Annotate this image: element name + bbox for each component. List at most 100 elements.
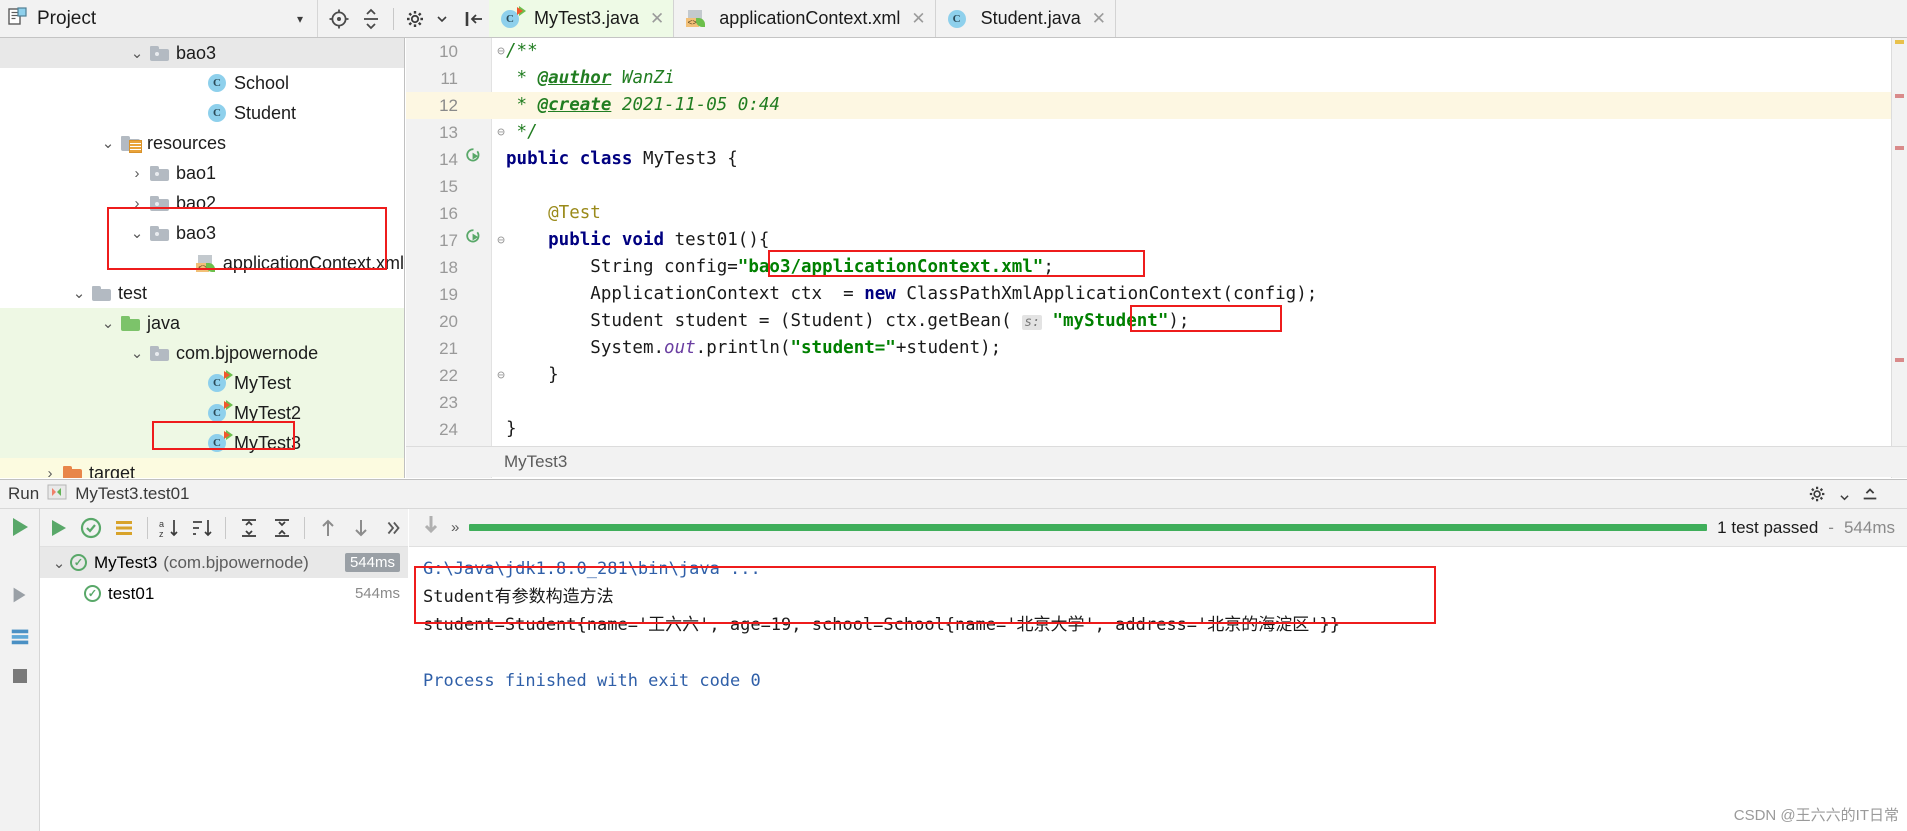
tree-node-resources[interactable]: ⌄ resources: [0, 128, 404, 158]
code-line[interactable]: 23: [406, 389, 1907, 416]
chevron-down-icon[interactable]: ⌄: [97, 314, 119, 332]
code-line[interactable]: 10 ⊖/**: [406, 38, 1907, 65]
tab-student-java[interactable]: C Student.java ✕: [936, 0, 1116, 37]
chevron-down-icon[interactable]: ⌄: [126, 344, 148, 362]
tree-node-java[interactable]: ⌄ java: [0, 308, 404, 338]
tab-mytest3-java[interactable]: C MyTest3.java ✕: [489, 0, 675, 37]
chevron-right-icon[interactable]: ›: [126, 195, 148, 212]
tree-node-school[interactable]: C School: [0, 68, 404, 98]
code-token: }: [506, 365, 559, 385]
chevron-down-icon[interactable]: ▾: [297, 12, 303, 26]
code-line[interactable]: 20 Student student = (Student) ctx.getBe…: [406, 308, 1907, 335]
code-line[interactable]: 14 public class MyTest3 {: [406, 146, 1907, 173]
code-line[interactable]: 17 ⊖ public void test01(){: [406, 227, 1907, 254]
test-status-separator: -: [1828, 517, 1834, 537]
tree-node-student[interactable]: C Student: [0, 98, 404, 128]
rerun-button[interactable]: [44, 513, 74, 543]
tree-node-label: Student: [234, 102, 297, 123]
code-line[interactable]: 13 ⊖ */: [406, 119, 1907, 146]
project-view-selector[interactable]: Project ▾: [0, 0, 318, 37]
test-tree-row-class[interactable]: ⌄ ✓ MyTest3 (com.bjpowernode) 544ms: [40, 547, 408, 578]
sort-alphabetically-icon[interactable]: az: [155, 513, 185, 543]
chevron-down-icon[interactable]: ⌄: [126, 224, 148, 242]
sort-by-duration-icon[interactable]: [188, 513, 218, 543]
close-icon[interactable]: ✕: [1092, 9, 1106, 29]
tree-node-test[interactable]: ⌄ test: [0, 278, 404, 308]
console-output-panel[interactable]: » 1 test passed - 544ms G:\Java\jdk1.8.0…: [409, 509, 1907, 831]
code-line[interactable]: 21 System.out.println("student="+student…: [406, 335, 1907, 362]
more-actions-icon[interactable]: [378, 513, 408, 543]
chevron-right-icon[interactable]: ›: [126, 165, 148, 182]
chevron-down-small-icon[interactable]: [1840, 487, 1849, 507]
hide-window-icon[interactable]: [1861, 485, 1879, 508]
tree-node-target[interactable]: › target: [0, 458, 404, 478]
stripe-mark[interactable]: [1895, 94, 1904, 98]
stripe-warning-mark[interactable]: [1895, 40, 1904, 44]
chevron-down-icon[interactable]: ⌄: [126, 44, 148, 62]
folder-icon: [149, 45, 169, 61]
run-gutter-icon[interactable]: [464, 146, 482, 173]
code-editor[interactable]: 10 ⊖/** 11 * @author WanZi 12 * @create 202…: [406, 38, 1907, 478]
project-tool-window[interactable]: ⌄ bao3 C School C Student ⌄ resources › bao1 › bao2…: [0, 38, 405, 478]
code-line[interactable]: 12 * @create 2021-11-05 0:44: [406, 92, 1907, 119]
line-number: 11: [440, 69, 458, 88]
code-token: new: [864, 284, 907, 304]
stripe-mark[interactable]: [1895, 358, 1904, 362]
expand-all-icon[interactable]: [234, 513, 264, 543]
test-results-tree[interactable]: ⌄ ✓ MyTest3 (com.bjpowernode) 544ms ✓ te…: [40, 547, 408, 831]
tree-node-bao2[interactable]: › bao2: [0, 188, 404, 218]
next-failed-test-icon[interactable]: [346, 513, 376, 543]
collapse-all-icon[interactable]: [356, 4, 386, 34]
chevron-down-icon[interactable]: ⌄: [68, 284, 90, 302]
chevron-down-icon[interactable]: ⌄: [97, 134, 119, 152]
more-icon[interactable]: »: [451, 519, 459, 536]
test-tree-row-method[interactable]: ✓ test01 544ms: [40, 578, 408, 609]
code-token: String config=: [506, 257, 738, 277]
settings-gear-icon[interactable]: [1808, 484, 1828, 509]
code-token: ClassPathXmlApplicationContext(config);: [906, 284, 1318, 304]
toggle-auto-test-icon[interactable]: [109, 513, 139, 543]
stop-icon[interactable]: [10, 666, 30, 691]
prev-failed-test-icon[interactable]: [313, 513, 343, 543]
close-icon[interactable]: ✕: [911, 9, 925, 29]
run-gutter-icon[interactable]: [464, 227, 482, 254]
run-config-icon: [47, 484, 67, 505]
tree-node-bao1[interactable]: › bao1: [0, 158, 404, 188]
chevron-down-icon[interactable]: ⌄: [48, 554, 70, 572]
collapse-all-icon[interactable]: [267, 513, 297, 543]
editor-error-stripe[interactable]: [1891, 38, 1907, 478]
chevron-right-icon[interactable]: ›: [39, 465, 61, 479]
code-token: System.: [506, 338, 665, 358]
code-line[interactable]: 18 String config="bao3/applicationContex…: [406, 254, 1907, 281]
tree-node-bao3[interactable]: ⌄ bao3: [0, 218, 404, 248]
run-icon[interactable]: [8, 515, 32, 544]
rerun-icon[interactable]: [9, 584, 31, 611]
editor-breadcrumb[interactable]: MyTest3: [406, 446, 1907, 477]
code-line[interactable]: 16 @Test: [406, 200, 1907, 227]
tab-applicationcontext-xml[interactable]: <> applicationContext.xml ✕: [674, 0, 936, 37]
code-line[interactable]: 22 ⊖ }: [406, 362, 1907, 389]
tree-node-com-bjpowernode[interactable]: ⌄ com.bjpowernode: [0, 338, 404, 368]
code-line[interactable]: 11 * @author WanZi: [406, 65, 1907, 92]
toolwindow-actions: [318, 0, 489, 37]
tree-node-applicationcontext-xml[interactable]: <> applicationContext.xml: [0, 248, 404, 278]
code-line[interactable]: 19 ApplicationContext ctx = new ClassPat…: [406, 281, 1907, 308]
code-token: "student=": [790, 338, 896, 358]
code-line[interactable]: 24}: [406, 416, 1907, 443]
stripe-mark[interactable]: [1895, 146, 1904, 150]
tree-node-bao3[interactable]: ⌄ bao3: [0, 38, 404, 68]
console-text[interactable]: G:\Java\jdk1.8.0_281\bin\java ... Student…: [409, 547, 1907, 695]
tree-node-mytest2[interactable]: C MyTest2: [0, 398, 404, 428]
close-icon[interactable]: ✕: [650, 9, 664, 29]
rerun-failed-icon[interactable]: [77, 513, 107, 543]
dump-threads-icon[interactable]: [9, 625, 31, 652]
scroll-to-end-icon[interactable]: [421, 514, 441, 541]
locate-icon[interactable]: [324, 4, 354, 34]
hide-icon[interactable]: [459, 4, 489, 34]
tree-node-mytest[interactable]: C MyTest: [0, 368, 404, 398]
tree-node-mytest3[interactable]: C MyTest3: [0, 428, 404, 458]
chevron-down-small-icon[interactable]: [427, 4, 457, 34]
code-line[interactable]: 15: [406, 173, 1907, 200]
run-tool-window: az ⌄ ✓ MyTest3 (com.bjpowernode) 544ms ✓…: [0, 509, 1907, 831]
code-token: WanZi: [611, 68, 675, 88]
